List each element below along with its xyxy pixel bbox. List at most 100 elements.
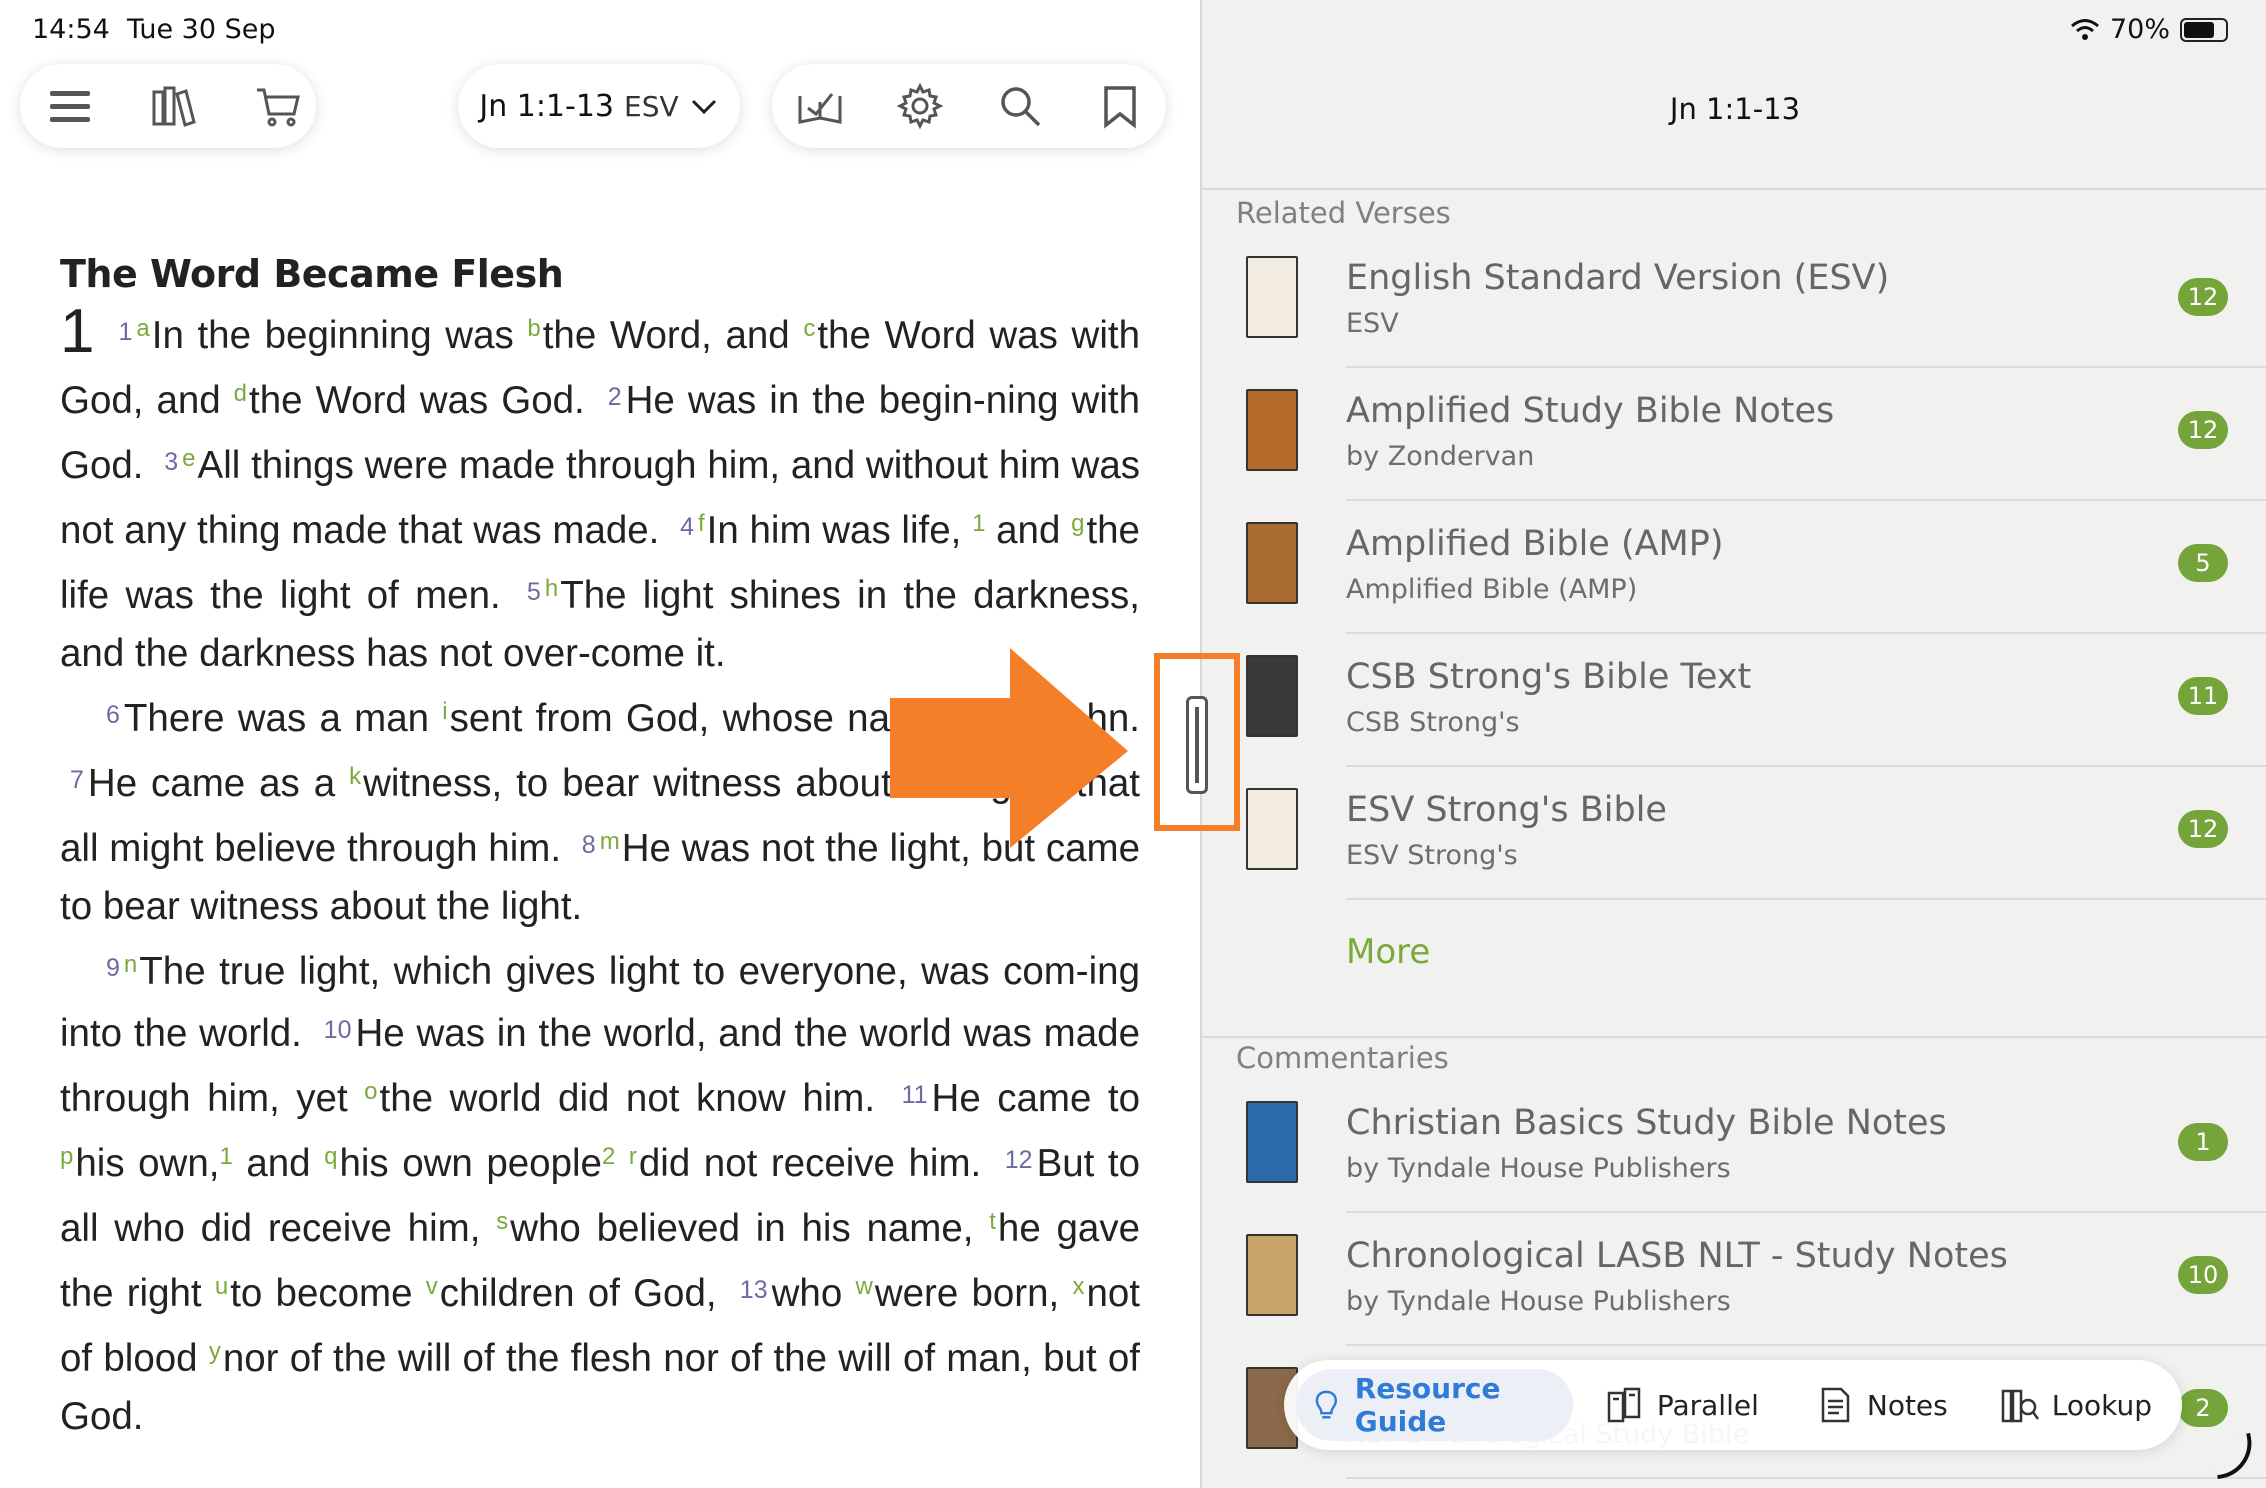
verse-number[interactable]: 1 <box>118 318 132 346</box>
parallel-books-icon <box>1607 1387 1641 1423</box>
tab-resource-guide[interactable]: Resource Guide <box>1296 1369 1573 1441</box>
cross-reference-marker[interactable]: n <box>124 951 137 978</box>
related-verses-label: Related Verses <box>1236 196 1451 230</box>
orange-arrow-annotation <box>890 648 1128 848</box>
cross-reference-marker[interactable]: s <box>496 1208 508 1235</box>
status-indicators: 70% <box>2070 14 2228 45</box>
book-cover-thumbnail <box>1246 389 1298 471</box>
status-time: 14:54 Tue 30 Sep <box>32 14 276 45</box>
count-badge: 2 <box>2178 1389 2228 1427</box>
cross-reference-marker[interactable]: b <box>527 315 540 342</box>
resource-subtitle: CSB Strong's <box>1346 707 1520 738</box>
chevron-down-icon <box>691 99 716 115</box>
cross-reference-marker[interactable]: f <box>698 510 705 537</box>
cross-reference-marker[interactable]: d <box>234 380 247 407</box>
cross-reference-marker[interactable]: k <box>349 763 361 790</box>
book-cover-thumbnail <box>1246 256 1298 338</box>
footnote-marker[interactable]: 1 <box>219 1143 232 1170</box>
verse-text: In him was life, <box>706 509 973 552</box>
cross-reference-marker[interactable]: y <box>209 1338 221 1365</box>
menu-icon[interactable] <box>44 80 96 132</box>
more-link[interactable]: More <box>1346 932 1430 972</box>
resource-row[interactable]: Chronological LASB NLT - Study Notes by T… <box>1202 1212 2266 1346</box>
count-badge: 12 <box>2178 278 2228 316</box>
cart-icon[interactable] <box>252 80 304 132</box>
verse-number[interactable]: 10 <box>324 1016 352 1044</box>
verse-text: were born, <box>874 1272 1073 1315</box>
reading-plan-icon[interactable] <box>794 80 846 132</box>
book-cover-thumbnail <box>1246 522 1298 604</box>
gear-icon[interactable] <box>894 80 946 132</box>
verse-text: There was a man <box>123 697 443 740</box>
resource-row[interactable]: ESV Strong's Bible ESV Strong's 12 <box>1202 766 2266 900</box>
resource-row[interactable]: Christian Basics Study Bible Notes by Tyn… <box>1202 1079 2266 1213</box>
count-badge: 12 <box>2178 810 2228 848</box>
resource-row[interactable]: CSB Strong's Bible Text CSB Strong's 11 <box>1202 633 2266 767</box>
passage-selector[interactable]: Jn 1:1-13 ESV <box>458 64 740 148</box>
cross-reference-marker[interactable]: m <box>600 828 620 855</box>
bible-text: The Word Became Flesh 1 1 aIn the beginnin… <box>60 252 1140 1446</box>
verse-text: to become <box>230 1272 426 1315</box>
cross-reference-marker[interactable]: a <box>136 315 149 342</box>
cross-reference-marker[interactable]: o <box>364 1078 377 1105</box>
cross-reference-marker[interactable]: h <box>545 575 558 602</box>
resource-row[interactable]: Amplified Bible (AMP) Amplified Bible (AM… <box>1202 500 2266 634</box>
verse-number[interactable]: 9 <box>106 954 120 982</box>
cross-reference-marker[interactable]: e <box>182 445 195 472</box>
lightbulb-icon <box>1315 1390 1337 1419</box>
version-label: ESV <box>624 89 679 123</box>
lookup-icon <box>2001 1389 2039 1423</box>
resource-title: Amplified Bible (AMP) <box>1346 524 1724 564</box>
resource-row[interactable]: Amplified Study Bible Notes by Zondervan 1… <box>1202 367 2266 501</box>
split-view-drag-handle[interactable] <box>1186 696 1208 794</box>
count-badge: 10 <box>2178 1256 2228 1294</box>
cross-reference-marker[interactable]: x <box>1072 1273 1084 1300</box>
tab-notes[interactable]: Notes <box>1797 1369 1966 1441</box>
commentaries-label: Commentaries <box>1236 1041 1449 1075</box>
verse-text: his own people <box>339 1142 602 1185</box>
verse-text: children of God, <box>439 1272 730 1315</box>
verse-number[interactable]: 2 <box>608 383 622 411</box>
cross-reference-marker[interactable]: r <box>629 1143 637 1170</box>
cross-reference-marker[interactable]: u <box>215 1273 228 1300</box>
cross-reference-marker[interactable]: w <box>855 1273 872 1300</box>
verse-text: the Word was God. <box>249 379 598 422</box>
passage-paragraph: 9 nThe true light, which gives light to e… <box>60 936 1140 1446</box>
verse-number[interactable]: 8 <box>582 831 596 859</box>
cross-reference-marker[interactable]: p <box>60 1143 73 1170</box>
resource-subtitle: by Tyndale House Publishers <box>1346 1286 1731 1317</box>
cross-reference-marker[interactable]: c <box>803 315 815 342</box>
resource-subtitle: by Tyndale House Publishers <box>1346 1153 1731 1184</box>
verse-number[interactable]: 6 <box>106 701 120 729</box>
cross-reference-marker[interactable]: v <box>426 1273 438 1300</box>
passage-body: 1 1 aIn the beginning was bthe Word, and c… <box>60 300 1140 1446</box>
footnote-marker[interactable]: 1 <box>972 510 985 537</box>
tab-lookup[interactable]: Lookup <box>1982 1369 2170 1441</box>
book-cover-thumbnail <box>1246 788 1298 870</box>
divider <box>1346 1477 2266 1479</box>
verse-number[interactable]: 4 <box>680 513 694 541</box>
divider <box>1202 1036 2266 1038</box>
verse-number[interactable]: 7 <box>70 766 84 794</box>
cross-reference-marker[interactable]: q <box>324 1143 337 1170</box>
footnote-marker[interactable]: 2 <box>602 1143 615 1170</box>
verse-text: who <box>771 1272 856 1315</box>
verse-number[interactable]: 5 <box>527 578 541 606</box>
tab-parallel[interactable]: Parallel <box>1587 1369 1777 1441</box>
cross-reference-marker[interactable]: i <box>442 698 447 725</box>
verse-number[interactable]: 3 <box>164 448 178 476</box>
verse-number[interactable]: 12 <box>1005 1146 1033 1174</box>
notes-icon <box>1821 1387 1850 1423</box>
battery-icon <box>2180 17 2228 42</box>
verse-text <box>615 1142 629 1185</box>
search-icon[interactable] <box>994 80 1046 132</box>
bottom-tab-bar: Resource Guide Parallel Notes Lookup <box>1284 1360 2182 1450</box>
library-icon[interactable] <box>148 80 200 132</box>
cross-reference-marker[interactable]: t <box>989 1208 996 1235</box>
verse-number[interactable]: 13 <box>740 1276 768 1304</box>
resource-row[interactable]: English Standard Version (ESV) ESV 12 <box>1202 234 2266 368</box>
verse-number[interactable]: 11 <box>902 1081 928 1109</box>
toolbar-left-group <box>20 64 316 148</box>
cross-reference-marker[interactable]: g <box>1071 510 1084 537</box>
bookmark-icon[interactable] <box>1094 80 1146 132</box>
